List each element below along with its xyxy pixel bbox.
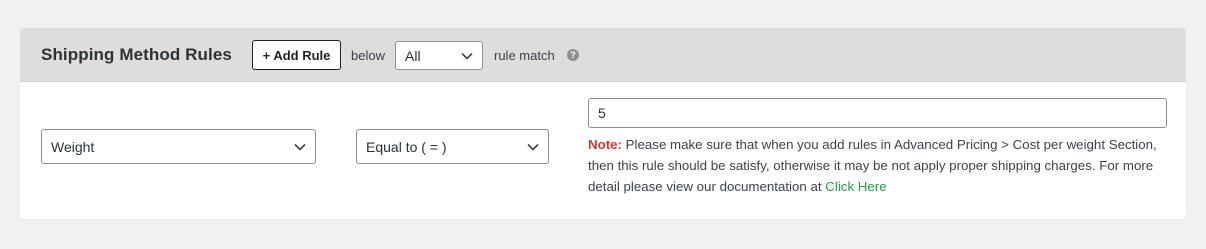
- note-label: Note:: [588, 137, 622, 152]
- rule-note: Note: Please make sure that when you add…: [588, 134, 1168, 197]
- operator-select[interactable]: Equal to ( = ): [356, 129, 549, 164]
- rule-match-select-value: All: [405, 47, 421, 64]
- operator-select-value: Equal to ( = ): [366, 138, 447, 155]
- question-circle-icon[interactable]: ?: [567, 49, 579, 61]
- add-rule-button[interactable]: + Add Rule: [252, 40, 341, 70]
- rule-match-select[interactable]: All: [395, 41, 483, 70]
- rule-value-input[interactable]: [588, 98, 1167, 128]
- condition-select-value: Weight: [51, 138, 95, 155]
- chevron-down-icon: [461, 52, 473, 60]
- section-title: Shipping Method Rules: [41, 45, 232, 64]
- chevron-down-icon: [294, 143, 306, 151]
- chevron-down-icon: [527, 143, 539, 151]
- below-label: below: [351, 48, 385, 63]
- shipping-rules-card: Shipping Method Rules + Add Rule below A…: [20, 28, 1186, 219]
- card-header: Shipping Method Rules + Add Rule below A…: [20, 28, 1186, 82]
- documentation-link[interactable]: Click Here: [825, 179, 886, 194]
- condition-select[interactable]: Weight: [41, 129, 316, 164]
- rule-match-label: rule match: [494, 48, 555, 63]
